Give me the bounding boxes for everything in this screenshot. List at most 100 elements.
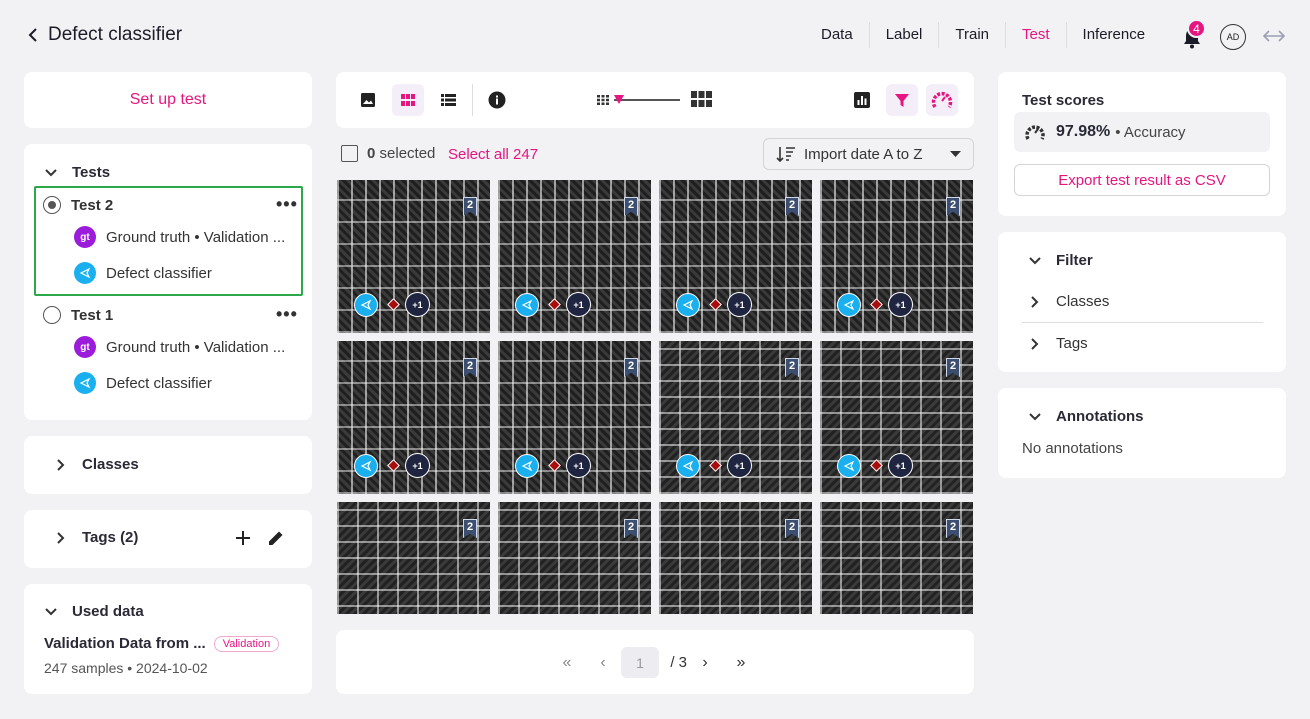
image-grid: 2+12+12+12+12+12+12+12+12+12+12+12+1	[337, 180, 973, 614]
image-tile[interactable]: 2+1	[820, 502, 973, 614]
dataset-type-pill: Validation	[213, 635, 280, 652]
sample-image	[820, 502, 973, 614]
add-tag-icon[interactable]	[234, 529, 252, 547]
used-data-section-toggle[interactable]: Used data	[44, 603, 144, 620]
image-tile[interactable]: 2+1	[498, 341, 651, 494]
expand-collapse-icon[interactable]	[1262, 26, 1286, 46]
selected-count: 0	[367, 145, 376, 162]
chevron-left-icon	[28, 28, 37, 42]
extra-annotations-badge: +1	[405, 292, 430, 317]
info-button[interactable]	[481, 84, 513, 116]
total-pages: / 3	[670, 654, 687, 671]
extra-annotations-badge: +1	[566, 453, 591, 478]
chevron-right-icon	[1031, 337, 1039, 350]
dataset-row[interactable]: Validation Data from ... Validation	[44, 635, 280, 652]
test-2-row[interactable]: Test 2	[43, 196, 113, 214]
chevron-down-icon	[1029, 256, 1041, 264]
model-icon	[74, 372, 96, 394]
filter-classes[interactable]: Classes	[1028, 293, 1109, 310]
nav-test[interactable]: Test	[1005, 22, 1066, 48]
small-grid-icon[interactable]	[597, 95, 609, 105]
nav-data[interactable]: Data	[805, 22, 869, 48]
tests-heading: Tests	[72, 164, 111, 181]
ground-truth-label: Ground truth • Validation ...	[106, 228, 286, 246]
accuracy-score: 97.98% • Accuracy	[1014, 112, 1270, 152]
model-label: Defect classifier	[106, 374, 212, 392]
prediction-model-icon	[676, 454, 700, 478]
nav-train[interactable]: Train	[938, 22, 1005, 48]
image-view-icon	[361, 93, 375, 107]
edit-tags-icon[interactable]	[266, 528, 286, 548]
tags-section-toggle[interactable]: Tags (2)	[54, 529, 138, 546]
filter-divider	[1022, 322, 1263, 323]
test-1-row[interactable]: Test 1	[43, 306, 113, 324]
annotations-section-toggle[interactable]: Annotations	[1028, 408, 1144, 425]
image-tile[interactable]: 2+1	[498, 180, 651, 333]
image-tile[interactable]: 2+1	[337, 341, 490, 494]
sample-image	[659, 502, 812, 614]
filter-tags[interactable]: Tags	[1028, 335, 1088, 352]
first-page-button[interactable]: «	[549, 654, 585, 672]
image-tile[interactable]: 2+1	[337, 180, 490, 333]
sort-dropdown[interactable]: Import date A to Z	[763, 138, 974, 170]
prediction-model-icon	[515, 293, 539, 317]
image-tile[interactable]: 2+1	[498, 502, 651, 614]
image-tile[interactable]: 2+1	[659, 180, 812, 333]
image-tile[interactable]: 2+1	[820, 180, 973, 333]
export-csv-button[interactable]: Export test result as CSV	[1014, 164, 1270, 196]
test-2-radio[interactable]	[43, 196, 61, 214]
filter-icon	[895, 94, 909, 107]
list-view-button[interactable]	[432, 84, 464, 116]
filter-heading: Filter	[1056, 252, 1093, 269]
chart-icon	[854, 92, 870, 108]
gauge-icon	[1025, 125, 1045, 140]
score-button[interactable]	[926, 84, 958, 116]
nav-label[interactable]: Label	[868, 22, 939, 48]
select-all-checkbox[interactable]	[341, 145, 358, 162]
test-1-radio[interactable]	[43, 306, 61, 324]
prediction-model-icon	[676, 293, 700, 317]
select-all-link[interactable]: Select all 247	[448, 146, 538, 163]
annotations-panel	[998, 388, 1286, 478]
image-tile[interactable]: 2+1	[659, 502, 812, 614]
annotations-empty-text: No annotations	[1022, 440, 1123, 457]
model-label: Defect classifier	[106, 264, 212, 282]
nav-inference[interactable]: Inference	[1065, 22, 1162, 48]
extra-annotations-badge: +1	[727, 292, 752, 317]
extra-annotations-badge: +1	[727, 453, 752, 478]
page-number-input[interactable]: 1	[621, 647, 659, 678]
image-tile[interactable]: 2+1	[820, 341, 973, 494]
image-view-button[interactable]	[352, 84, 384, 116]
prediction-model-icon	[837, 454, 861, 478]
set-up-test-button[interactable]: Set up test	[24, 72, 312, 128]
next-page-button[interactable]: ›	[687, 654, 723, 672]
annotations-heading: Annotations	[1056, 408, 1144, 425]
image-tile[interactable]: 2+1	[659, 341, 812, 494]
score-gauge-icon	[931, 91, 953, 108]
image-tile[interactable]: 2+1	[337, 502, 490, 614]
test-1-more-button[interactable]: •••	[276, 304, 298, 325]
extra-annotations-badge: +1	[566, 292, 591, 317]
chevron-right-icon	[57, 531, 65, 544]
accuracy-label: • Accuracy	[1115, 123, 1186, 141]
classes-section-toggle[interactable]: Classes	[54, 456, 139, 473]
test-1-model: Defect classifier	[74, 372, 212, 394]
tags-heading: Tags (2)	[82, 529, 139, 546]
selected-label: selected	[379, 145, 436, 162]
filter-button[interactable]	[886, 84, 918, 116]
filter-section-toggle[interactable]: Filter	[1028, 252, 1093, 269]
grid-view-button[interactable]	[392, 84, 424, 116]
last-page-button[interactable]: »	[723, 654, 759, 672]
test-2-more-button[interactable]: •••	[276, 194, 298, 215]
sample-image	[337, 502, 490, 614]
large-grid-icon[interactable]	[691, 91, 712, 107]
tests-section-toggle[interactable]: Tests	[44, 164, 110, 181]
statistics-button[interactable]	[846, 84, 878, 116]
user-avatar[interactable]: AD	[1220, 24, 1246, 50]
test-1-name: Test 1	[71, 306, 114, 324]
slider-thumb[interactable]	[614, 95, 624, 104]
back-to-projects[interactable]: Defect classifier	[28, 24, 182, 46]
list-view-icon	[440, 94, 456, 106]
used-data-heading: Used data	[72, 603, 144, 620]
prev-page-button[interactable]: ‹	[585, 654, 621, 672]
